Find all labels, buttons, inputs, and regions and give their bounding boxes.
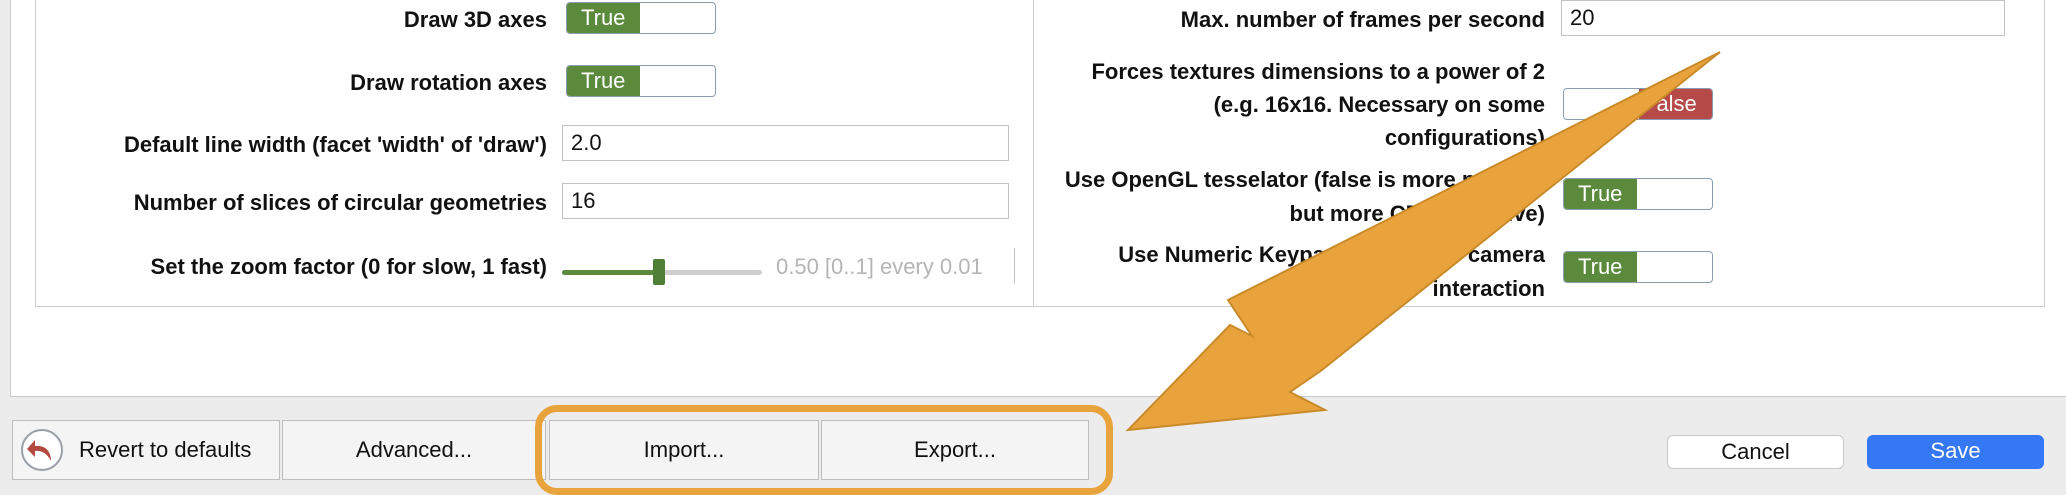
callout-arrow-icon <box>1125 51 1721 432</box>
